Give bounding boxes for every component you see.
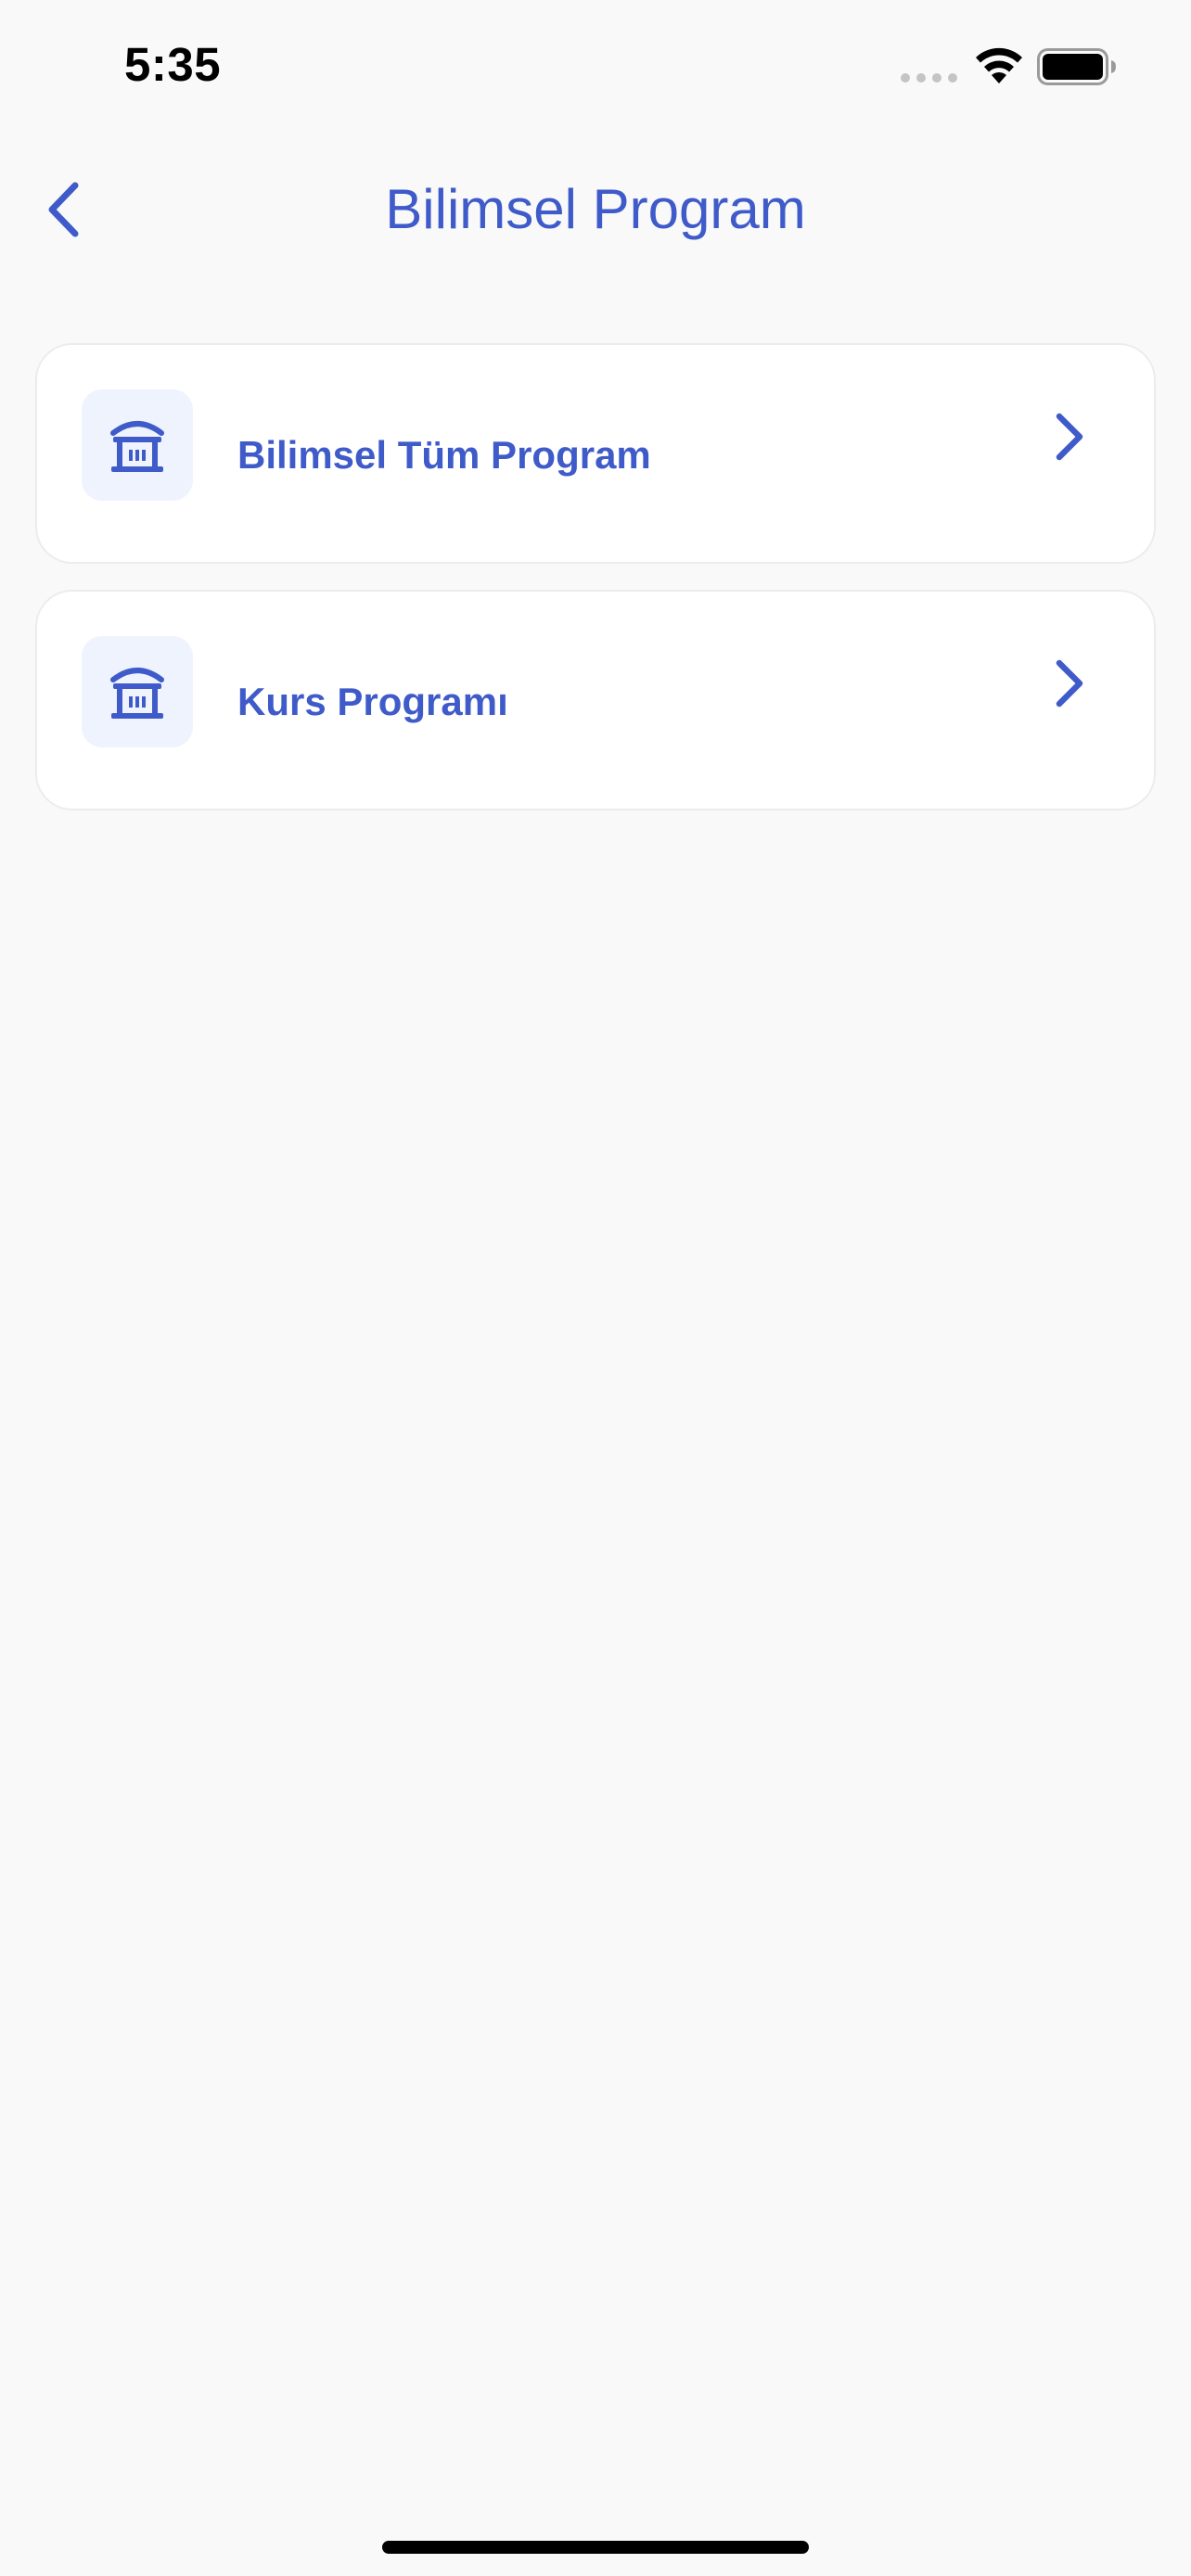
nav-header: Bilimsel Program [0, 158, 1191, 261]
program-list: Bilimsel Tüm Program Kurs Programı [35, 343, 1156, 836]
cellular-signal-icon [901, 73, 957, 83]
program-item-label: Bilimsel Tüm Program [237, 433, 651, 477]
chevron-right-icon [1056, 659, 1083, 708]
program-item-label: Kurs Programı [237, 680, 508, 723]
screen: 5:35 Bilimsel Program Bilimsel Tüm Progr… [0, 0, 1191, 2576]
chevron-left-icon [48, 182, 79, 237]
status-bar: 5:35 [0, 0, 1191, 139]
program-item-bilimsel-tum-program[interactable]: Bilimsel Tüm Program [35, 343, 1156, 564]
card-icon-box [82, 389, 193, 501]
page-title: Bilimsel Program [385, 178, 806, 240]
building-columns-icon [110, 668, 164, 719]
back-button[interactable] [28, 174, 98, 245]
building-columns-icon [110, 421, 164, 472]
chevron-right-icon [1056, 413, 1083, 461]
wifi-icon [976, 47, 1022, 83]
program-item-kurs-programi[interactable]: Kurs Programı [35, 590, 1156, 810]
battery-icon [1037, 48, 1116, 85]
status-time: 5:35 [124, 38, 222, 91]
home-indicator[interactable] [382, 2541, 809, 2554]
card-icon-box [82, 636, 193, 747]
